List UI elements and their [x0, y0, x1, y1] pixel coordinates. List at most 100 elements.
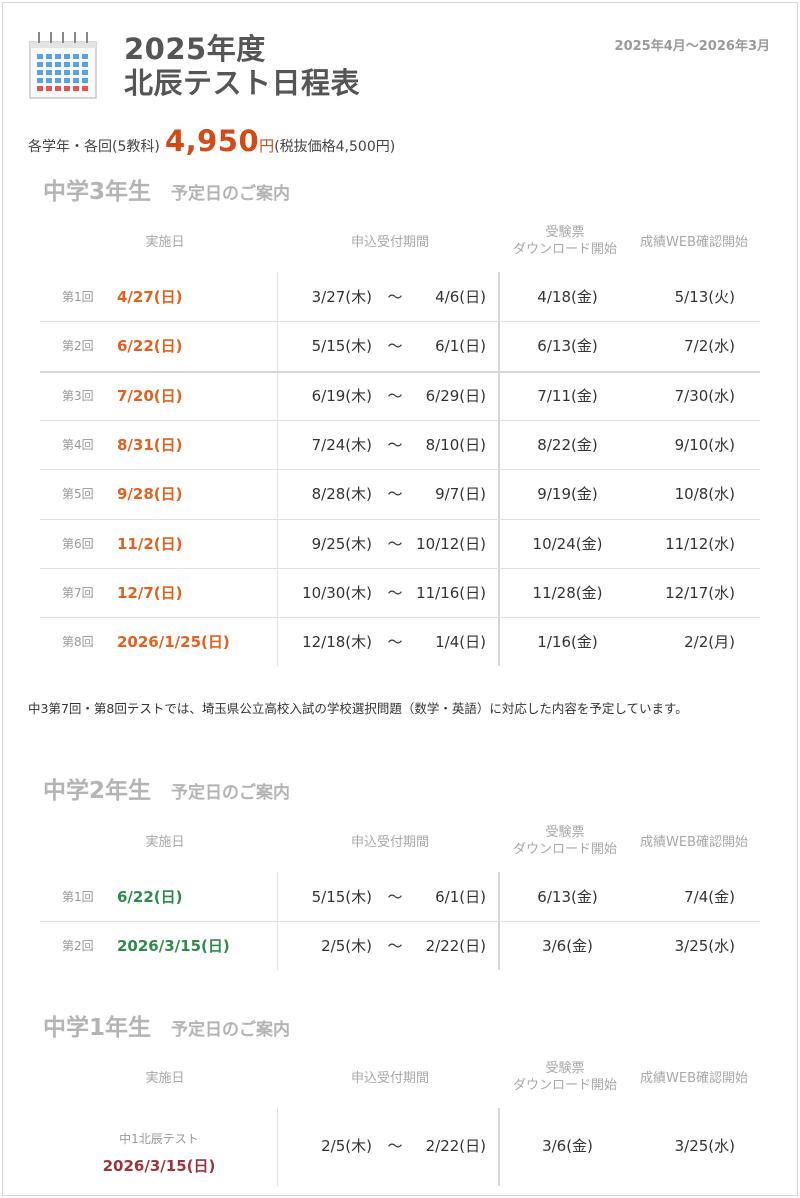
- row-kai: 第7回: [62, 586, 94, 600]
- apply-from: 6/19(木): [311, 387, 372, 405]
- row-kai: 第3回: [62, 389, 94, 403]
- apply-tilde: ～: [387, 633, 403, 651]
- row-date: 11/2(日): [117, 535, 183, 553]
- apply-tilde: ～: [387, 535, 403, 553]
- apply-from: 2/5(木): [321, 937, 372, 955]
- download-start: 9/19(金): [537, 485, 598, 503]
- download-start: 3/6(金): [542, 937, 593, 955]
- calendar-icon: [29, 32, 97, 99]
- download-start: 8/22(金): [537, 436, 598, 454]
- grade3-heading: 中学3年生 予定日のご案内: [43, 172, 290, 206]
- price-line: 各学年・各回(5教科) 4,950円(税抜価格4,500円): [28, 124, 395, 158]
- grade3-subtitle: 予定日のご案内: [171, 184, 291, 204]
- grade2-heading: 中学2年生 予定日のご案内: [43, 771, 290, 805]
- row-date: 2026/3/15(日): [102, 1157, 216, 1175]
- web-start: 10/8(水): [674, 485, 735, 503]
- table-row: 第8回 2026/1/25(日) 12/18(木) ～ 1/4(日) 1/16(金) 2/2…: [40, 618, 760, 667]
- price-tax-note: (税抜価格4,500円): [274, 139, 396, 155]
- apply-from: 9/25(木): [311, 535, 372, 553]
- web-start: 5/13(火): [674, 288, 735, 306]
- row-date: 7/20(日): [117, 387, 183, 405]
- col-header-web: 成績WEB確認開始: [640, 235, 748, 250]
- price-amount: 4,950: [164, 124, 260, 158]
- download-start: 6/13(金): [537, 337, 598, 355]
- apply-tilde: ～: [387, 337, 403, 355]
- web-start: 12/17(水): [665, 584, 735, 602]
- grade1-title: 中学1年生: [43, 1015, 152, 1041]
- download-start: 7/11(金): [537, 387, 598, 405]
- period-label: 2025年4月～2026年3月: [614, 39, 770, 54]
- table-row: 第7回 12/7(日) 10/30(木) ～ 11/16(日) 11/28(金) 12/17…: [40, 569, 760, 618]
- grade1-table: 実施日 申込受付期間 受験票 ダウンロード開始 成績WEB確認開始 中1北辰テス…: [40, 1058, 760, 1188]
- page-title-year: 2025年度: [124, 32, 266, 66]
- apply-to: 9/7(日): [435, 485, 486, 503]
- grade2-subtitle: 予定日のご案内: [171, 783, 291, 803]
- grade1-subtitle: 予定日のご案内: [171, 1020, 291, 1040]
- apply-from: 5/15(木): [311, 888, 372, 906]
- col-header-download: 受験票 ダウンロード開始: [512, 1061, 617, 1093]
- download-start: 1/16(金): [537, 633, 598, 651]
- table-row: 第6回 11/2(日) 9/25(木) ～ 10/12(日) 10/24(金) 11/12(…: [40, 520, 760, 569]
- apply-from: 3/27(木): [311, 288, 372, 306]
- grade1-heading: 中学1年生 予定日のご案内: [43, 1008, 290, 1042]
- web-start: 7/30(水): [674, 387, 735, 405]
- apply-to: 2/22(日): [425, 937, 486, 955]
- col-header-apply: 申込受付期間: [350, 235, 429, 250]
- row-date: 8/31(日): [117, 436, 183, 454]
- web-start: 2/2(月): [684, 633, 735, 651]
- web-start: 7/4(金): [684, 888, 735, 906]
- apply-to: 4/6(日): [435, 288, 486, 306]
- row-kai: 第1回: [62, 290, 94, 304]
- row-date: 6/22(日): [117, 888, 183, 906]
- apply-tilde: ～: [387, 937, 403, 955]
- grade3-note: 中3第7回・第8回テストでは、埼玉県公立高校入試の学校選択問題（数学・英語）に対…: [28, 701, 688, 716]
- grade3-title: 中学3年生: [43, 179, 152, 205]
- col-header-download: 受験票 ダウンロード開始: [512, 825, 617, 857]
- row-kai: 中1北辰テスト: [119, 1132, 199, 1146]
- table-row: 第1回 4/27(日) 3/27(木) ～ 4/6(日) 4/18(金) 5/13(火): [40, 273, 760, 322]
- apply-tilde: ～: [387, 1137, 403, 1155]
- download-start: 11/28(金): [532, 584, 603, 602]
- apply-tilde: ～: [387, 888, 403, 906]
- table-row: 第2回 2026/3/15(日) 2/5(木) ～ 2/22(日) 3/6(金) 3/25(…: [40, 922, 760, 971]
- apply-to: 10/12(日): [416, 535, 486, 553]
- page-title: 北辰テスト日程表: [124, 66, 361, 100]
- apply-from: 12/18(木): [302, 633, 372, 651]
- apply-from: 5/15(木): [311, 337, 372, 355]
- price-yen: 円: [259, 137, 275, 155]
- apply-to: 8/10(日): [425, 436, 486, 454]
- download-start: 3/6(金): [542, 1137, 593, 1155]
- apply-from: 7/24(木): [311, 436, 372, 454]
- table-row: 中1北辰テスト 2026/3/15(日) 2/5(木) ～ 2/22(日) 3/…: [40, 1114, 760, 1178]
- col-header-date: 実施日: [145, 235, 185, 250]
- apply-tilde: ～: [387, 387, 403, 405]
- apply-to: 1/4(日): [435, 633, 486, 651]
- apply-to: 11/16(日): [416, 584, 486, 602]
- table-row: 第5回 9/28(日) 8/28(木) ～ 9/7(日) 9/19(金) 10/8(水): [40, 470, 760, 519]
- table-row: 第1回 6/22(日) 5/15(木) ～ 6/1(日) 6/13(金) 7/4(金): [40, 873, 760, 922]
- row-kai: 第2回: [62, 939, 94, 953]
- apply-to: 6/29(日): [425, 387, 486, 405]
- col-header-web: 成績WEB確認開始: [640, 1071, 748, 1086]
- apply-tilde: ～: [387, 436, 403, 454]
- row-kai: 第5回: [62, 487, 94, 501]
- row-date: 9/28(日): [117, 485, 183, 503]
- col-header-date: 実施日: [145, 835, 185, 850]
- web-start: 3/25(水): [674, 1137, 735, 1155]
- apply-to: 6/1(日): [435, 337, 486, 355]
- download-start: 6/13(金): [537, 888, 598, 906]
- apply-to: 2/22(日): [425, 1137, 486, 1155]
- row-kai: 第8回: [62, 635, 94, 649]
- web-start: 11/12(水): [665, 535, 735, 553]
- row-date: 6/22(日): [117, 337, 183, 355]
- table-row: 第2回 6/22(日) 5/15(木) ～ 6/1(日) 6/13(金) 7/2(水): [40, 322, 760, 371]
- price-prefix: 各学年・各回(5教科): [28, 139, 160, 155]
- row-date: 2026/1/25(日): [117, 633, 230, 651]
- web-start: 9/10(水): [674, 436, 735, 454]
- web-start: 7/2(水): [684, 337, 735, 355]
- page-header: 2025年度 北辰テスト日程表 2025年4月～2026年3月: [28, 28, 778, 108]
- row-date: 2026/3/15(日): [117, 937, 230, 955]
- apply-from: 10/30(木): [302, 584, 372, 602]
- col-header-download: 受験票 ダウンロード開始: [512, 225, 617, 257]
- col-header-web: 成績WEB確認開始: [640, 835, 748, 850]
